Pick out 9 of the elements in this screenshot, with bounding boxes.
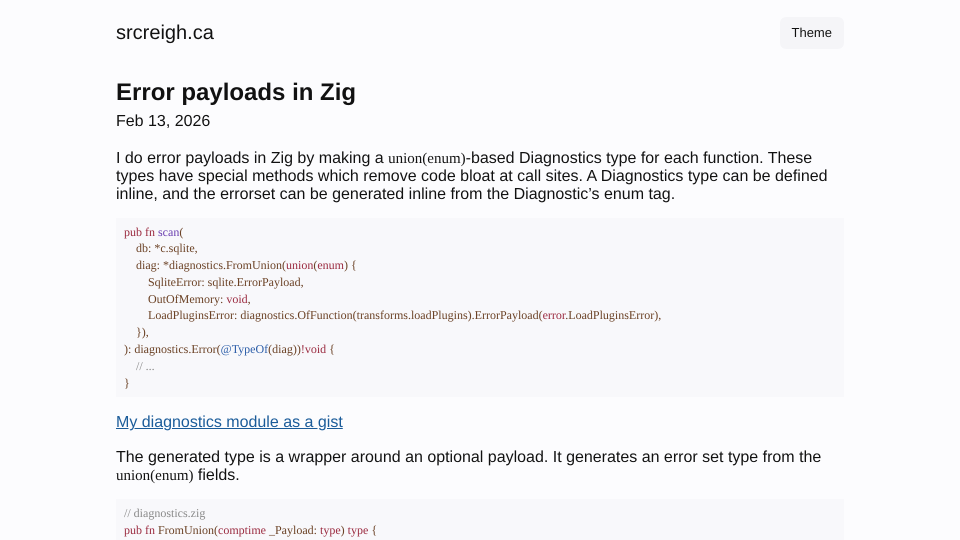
article-title: Error payloads in Zig bbox=[116, 78, 358, 108]
paragraph: I do error payloads in Zig by making a union(enum)-based Diagnostics type for each function. These types have special methods which remove code bloat at call sites. A Diagnostics type can be defined inline, and the errorset can be generated inline from the Diagnostic’s enum tag. bbox=[116, 150, 829, 204]
code-block: // diagnostics.zig pub fn FromUnion(comptime _Payload: type) type { bbox=[116, 499, 844, 540]
gist-link[interactable]: My diagnostics module as a gist bbox=[116, 411, 343, 436]
article-date: Feb 13, 2026 bbox=[116, 112, 212, 132]
code-block: pub fn scan( db: *c.sqlite, diag: *diagnostics.FromUnion(union(enum) { SqliteError: sqlite.ErrorPayload, OutOfMemory: void, LoadPluginsError: diagnostics.OfFunction(transforms.loadPlugins).ErrorPayload(error.LoadPluginsError), }), ): diagnostics.Error(@TypeOf(diag))!void { // ... } bbox=[116, 218, 844, 398]
theme-button[interactable]: Theme bbox=[780, 17, 844, 48]
site-name[interactable]: srcreigh.ca bbox=[116, 18, 214, 48]
paragraph: The generated type is a wrapper around an optional payload. It generates an error set type from the union(enum) fields. bbox=[116, 449, 822, 486]
